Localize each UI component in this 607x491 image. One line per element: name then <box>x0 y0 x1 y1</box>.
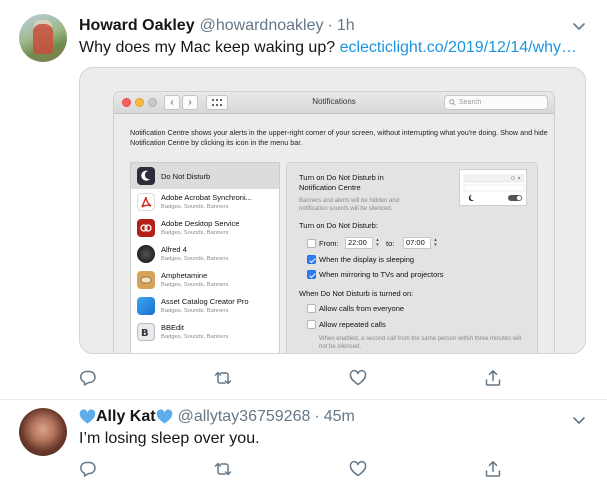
list-item: Adobe Acrobat Synchroni... Badges, Sound… <box>131 189 279 215</box>
moon-icon <box>137 167 155 185</box>
alfred-icon <box>137 245 155 263</box>
tweet-text: I’m losing sleep over you. <box>79 430 260 447</box>
sleeping-label: When the display is sleeping <box>319 255 415 264</box>
retweet-icon <box>214 371 232 385</box>
tweet-link[interactable]: eclecticlight.co/2019/12/14/why… <box>340 39 577 56</box>
avatar[interactable] <box>19 14 67 62</box>
calls-everyone-checkbox <box>307 304 316 313</box>
tweet-header: Howard Oakley @howardnoakley · 1h <box>79 16 355 36</box>
app-name: Amphetamine <box>161 271 208 280</box>
acrobat-icon <box>137 193 155 211</box>
app-name: Alfred 4 <box>161 245 187 254</box>
retweet-button[interactable] <box>214 369 232 387</box>
app-name: Adobe Acrobat Synchroni... <box>161 193 252 202</box>
media-card[interactable]: ‹ › Notifications Search Notification Ce… <box>79 67 586 354</box>
timestamp[interactable]: 1h <box>337 16 355 36</box>
separator-dot: · <box>327 17 333 34</box>
retweet-icon <box>214 462 232 476</box>
schedule-checkbox <box>307 239 316 248</box>
app-name: Do Not Disturb <box>161 172 211 181</box>
display-name[interactable]: Ally Kat <box>96 407 156 427</box>
stepper-icon: ▴ ▾ <box>376 237 379 248</box>
like-button[interactable] <box>349 369 367 387</box>
repeated-calls-footnote: When enabled, a second call from the sam… <box>319 336 522 350</box>
app-sub: Badges, Sounds, Banners <box>161 204 229 210</box>
reply-button[interactable] <box>79 369 97 387</box>
app-name: Asset Catalog Creator Pro <box>161 297 249 306</box>
list-item: Alfred 4 Badges, Sounds, Banners <box>131 241 279 267</box>
heart-emoji-icon <box>156 409 172 424</box>
turn-on-title: Turn on Do Not Disturb in Notification C… <box>299 173 384 192</box>
repeated-calls-checkbox <box>307 320 316 329</box>
tweet-text-body: Why does my Mac keep waking up? <box>79 39 340 56</box>
mirroring-checkbox <box>307 270 316 279</box>
chevron-down-icon[interactable] <box>571 412 587 428</box>
mirroring-label: When mirroring to TVs and projectors <box>319 270 444 279</box>
reply-button[interactable] <box>79 460 97 478</box>
svg-text:B: B <box>141 328 149 339</box>
app-sub: Badges, Sounds, Banners <box>161 230 229 236</box>
list-item: Asset Catalog Creator Pro Badges, Sounds… <box>131 293 279 319</box>
preview-thumbnail <box>459 169 527 206</box>
app-sub: Badges, Sounds, Banners <box>161 282 229 288</box>
to-label: to: <box>386 239 395 248</box>
separator-dot: · <box>314 408 320 425</box>
app-sub: Badges, Sounds, Banners <box>161 334 229 340</box>
turn-on-desc: Banners and alerts will be hidden and no… <box>299 198 400 212</box>
heart-emoji-icon <box>79 409 96 424</box>
asset-catalog-icon <box>137 297 155 315</box>
search-placeholder: Search <box>459 99 482 106</box>
from-label: From: <box>319 239 339 248</box>
timestamp[interactable]: 45m <box>324 407 355 427</box>
tweet[interactable]: Ally Kat @allytay36759268 · 45m I’m losi… <box>0 400 607 491</box>
window-titlebar: ‹ › Notifications Search <box>114 92 554 114</box>
share-icon <box>485 370 501 386</box>
repeated-calls-label: Allow repeated calls <box>319 320 386 329</box>
calls-everyone-label: Allow calls from everyone <box>319 304 405 313</box>
retweet-button[interactable] <box>214 460 232 478</box>
tweet-actions <box>79 369 502 389</box>
to-time-field: 07:00 <box>403 237 431 249</box>
app-sub: Badges, Sounds, Banners <box>161 308 229 314</box>
sleeping-checkbox <box>307 255 316 264</box>
list-item: Adobe Desktop Service Badges, Sounds, Ba… <box>131 215 279 241</box>
share-icon <box>485 461 501 477</box>
reply-icon <box>80 461 96 477</box>
chevron-down-icon[interactable] <box>571 18 587 34</box>
list-item: Do Not Disturb <box>131 163 279 189</box>
share-button[interactable] <box>484 460 502 478</box>
tweet-header: Ally Kat @allytay36759268 · 45m <box>79 407 355 427</box>
section-when-on: When Do Not Disturb is turned on: <box>299 289 414 298</box>
like-icon <box>349 369 367 386</box>
tweet-actions <box>79 460 502 480</box>
app-list: Do Not Disturb Adobe Acrobat Synchroni..… <box>130 162 280 353</box>
prefs-description: Notification Centre shows your alerts in… <box>130 128 548 147</box>
app-sub: Badges, Sounds, Banners <box>161 256 229 262</box>
tweet-text: Why does my Mac keep waking up? eclectic… <box>79 37 577 59</box>
bbedit-icon: B <box>137 323 155 341</box>
avatar[interactable] <box>19 408 67 456</box>
app-name: Adobe Desktop Service <box>161 219 240 228</box>
like-button[interactable] <box>349 460 367 478</box>
stepper-icon: ▴ ▾ <box>434 237 437 248</box>
section-turn-on: Turn on Do Not Disturb: <box>299 221 378 230</box>
adobe-cc-icon <box>137 219 155 237</box>
from-time-field: 22:00 <box>345 237 373 249</box>
display-name[interactable]: Howard Oakley <box>79 16 195 36</box>
reply-icon <box>80 370 96 386</box>
list-item: Amphetamine Badges, Sounds, Banners <box>131 267 279 293</box>
amphetamine-icon <box>137 271 155 289</box>
tweet[interactable]: Howard Oakley @howardnoakley · 1h Why do… <box>0 0 607 400</box>
search-icon <box>449 99 456 106</box>
username[interactable]: @howardnoakley <box>200 16 324 36</box>
share-button[interactable] <box>484 369 502 387</box>
app-name: BBEdit <box>161 323 184 332</box>
settings-pane: Turn on Do Not Disturb in Notification C… <box>286 162 538 353</box>
username[interactable]: @allytay36759268 <box>178 407 311 427</box>
prefs-window: ‹ › Notifications Search Notification Ce… <box>114 92 554 353</box>
list-item: B BBEdit Badges, Sounds, Banners <box>131 319 279 345</box>
like-icon <box>349 460 367 477</box>
search-field: Search <box>444 95 548 110</box>
